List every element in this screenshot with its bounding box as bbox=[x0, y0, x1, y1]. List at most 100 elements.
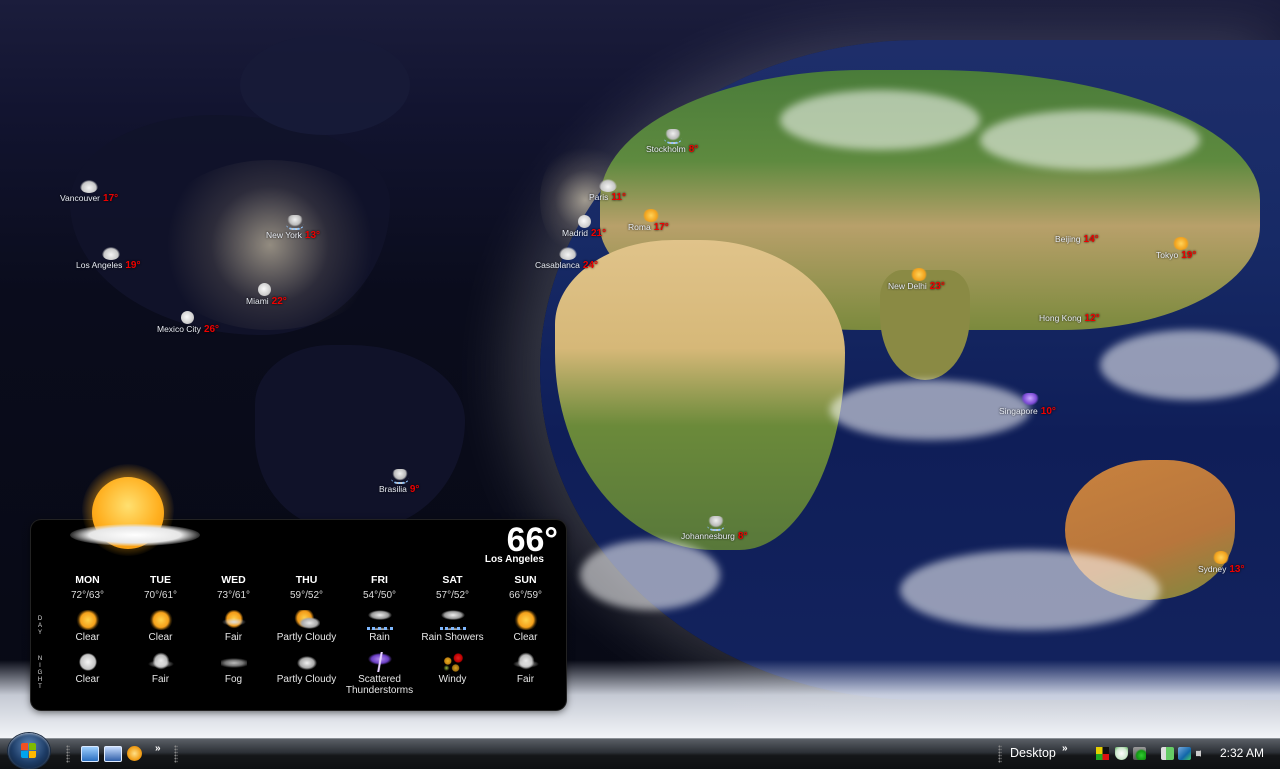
clear-icon bbox=[1059, 300, 1077, 313]
night-condition: Fog bbox=[224, 674, 243, 685]
city-temp: 8° bbox=[737, 531, 748, 542]
city-name: Beijing bbox=[1055, 234, 1081, 244]
cloud-band bbox=[580, 540, 720, 610]
greenland-landmass bbox=[240, 35, 410, 135]
switch-windows-icon[interactable] bbox=[104, 746, 122, 762]
city-name: Mexico City bbox=[157, 324, 201, 334]
night-condition: Partly Cloudy bbox=[276, 674, 337, 685]
city-marker-new-delhi: New Delhi 23° bbox=[888, 268, 945, 292]
update-check-icon[interactable] bbox=[1133, 747, 1146, 760]
windows-logo-icon bbox=[21, 743, 37, 759]
city-marker-roma: Roma 17° bbox=[628, 209, 669, 233]
city-marker-brasilia: Brasilia 9° bbox=[379, 469, 419, 495]
media-player-icon[interactable] bbox=[127, 746, 142, 761]
cloud-shape bbox=[70, 524, 200, 546]
high-low-temp: 73°/61° bbox=[216, 590, 251, 601]
south-america-landmass bbox=[255, 345, 465, 530]
high-low-temp: 72°/63° bbox=[70, 590, 105, 601]
city-name: Singapore bbox=[999, 406, 1038, 416]
clear-sun-icon bbox=[147, 610, 174, 630]
city-name: New Delhi bbox=[888, 281, 927, 291]
day-condition: Rain bbox=[369, 632, 390, 643]
city-name: Roma bbox=[628, 222, 651, 232]
desktop-toolbar-label[interactable]: Desktop bbox=[1010, 746, 1056, 760]
day-row-label: DAY bbox=[37, 616, 43, 636]
fair-night-icon bbox=[147, 652, 174, 672]
day-name: THU bbox=[295, 574, 318, 586]
rain-icon bbox=[664, 129, 682, 144]
rain-icon bbox=[286, 215, 304, 230]
night-condition: Clear bbox=[75, 674, 100, 685]
day-condition: Clear bbox=[513, 632, 538, 643]
fog-icon bbox=[220, 652, 247, 672]
night-row-label: NIGHT bbox=[37, 656, 43, 690]
city-temp: 19° bbox=[125, 260, 141, 271]
toolbar-grip[interactable] bbox=[66, 745, 70, 763]
city-name: Brasilia bbox=[379, 484, 407, 494]
city-marker-los-angeles: Los Angeles 19° bbox=[76, 247, 140, 271]
city-name: Tokyo bbox=[1156, 250, 1179, 260]
cloudy-icon bbox=[599, 179, 617, 192]
quick-launch-overflow-chevron[interactable]: » bbox=[155, 743, 161, 754]
high-low-temp: 54°/50° bbox=[362, 590, 397, 601]
city-temp: 21° bbox=[590, 228, 607, 239]
rain-icon bbox=[707, 516, 725, 531]
sun-icon bbox=[910, 268, 928, 281]
moon-icon bbox=[258, 283, 271, 296]
forecast-day-tue: TUE 70°/61° Clear Fair bbox=[124, 574, 197, 696]
day-name: FRI bbox=[371, 574, 388, 586]
city-temp: 24° bbox=[582, 260, 599, 271]
city-marker-stockholm: Stockholm 8° bbox=[646, 129, 698, 155]
city-marker-casablanca: Casablanca 24° bbox=[535, 247, 598, 271]
desktop-toolbar-chevron[interactable]: » bbox=[1062, 743, 1068, 754]
city-marker-beijing: Beijing 14° bbox=[1055, 221, 1099, 245]
city-name: Madrid bbox=[562, 228, 588, 238]
high-low-temp: 70°/61° bbox=[143, 590, 178, 601]
city-marker-new-york: New York 13° bbox=[266, 215, 320, 241]
day-condition: Clear bbox=[75, 632, 100, 643]
security-shield-icon[interactable] bbox=[1115, 747, 1128, 760]
forecast-day-sun: SUN 66°/59° Clear Fair bbox=[489, 574, 562, 696]
start-button[interactable] bbox=[8, 733, 50, 769]
color-squares-icon[interactable] bbox=[1096, 747, 1109, 760]
show-desktop-icon[interactable] bbox=[81, 746, 99, 762]
system-clock[interactable]: 2:32 AM bbox=[1220, 746, 1264, 760]
city-marker-hong-kong: Hong Kong 12° bbox=[1039, 300, 1100, 324]
day-name: TUE bbox=[150, 574, 171, 586]
toolbar-grip[interactable] bbox=[174, 745, 178, 763]
day-condition: Partly Cloudy bbox=[276, 632, 337, 643]
forecast-row: MON 72°/63° Clear Clear TUE 70°/61° Clear… bbox=[51, 574, 563, 696]
city-name: Casablanca bbox=[535, 260, 580, 270]
city-temp: 8° bbox=[688, 144, 699, 155]
toolbar-grip[interactable] bbox=[998, 745, 1002, 763]
day-name: WED bbox=[221, 574, 246, 586]
city-temp: 23° bbox=[929, 281, 945, 292]
high-low-temp: 59°/52° bbox=[289, 590, 324, 601]
night-condition: Fair bbox=[151, 674, 170, 685]
city-temp: 12° bbox=[1084, 313, 1100, 324]
partly-cloudy-day-icon bbox=[293, 610, 320, 630]
city-marker-johannesburg: Johannesburg 8° bbox=[681, 516, 747, 542]
city-temp: 17° bbox=[103, 193, 119, 204]
rain-showers-icon bbox=[439, 610, 466, 630]
sun-icon bbox=[1212, 551, 1230, 564]
city-temp: 19° bbox=[1181, 250, 1197, 261]
high-low-temp: 57°/52° bbox=[435, 590, 470, 601]
fair-night-icon bbox=[512, 652, 539, 672]
forecast-day-fri: FRI 54°/50° Rain Scattered Thunderstorms bbox=[343, 574, 416, 696]
city-temp: 10° bbox=[1040, 406, 1056, 417]
fair-day-icon bbox=[220, 610, 247, 630]
night-condition: Scattered Thunderstorms bbox=[345, 674, 414, 696]
rain-icon bbox=[391, 469, 409, 484]
clear-sun-icon bbox=[512, 610, 539, 630]
power-icon[interactable] bbox=[1161, 747, 1174, 760]
network-icon[interactable] bbox=[1178, 747, 1191, 760]
city-temp: 9° bbox=[409, 484, 420, 495]
day-condition: Rain Showers bbox=[421, 632, 484, 643]
forecast-day-wed: WED 73°/61° Fair Fog bbox=[197, 574, 270, 696]
windy-leaves-icon bbox=[439, 652, 466, 672]
volume-icon[interactable] bbox=[1196, 747, 1206, 760]
city-marker-miami: Miami 22° bbox=[246, 283, 287, 307]
taskbar: » Desktop » 2:32 AM bbox=[0, 733, 1280, 769]
city-temp: 11° bbox=[611, 192, 626, 203]
